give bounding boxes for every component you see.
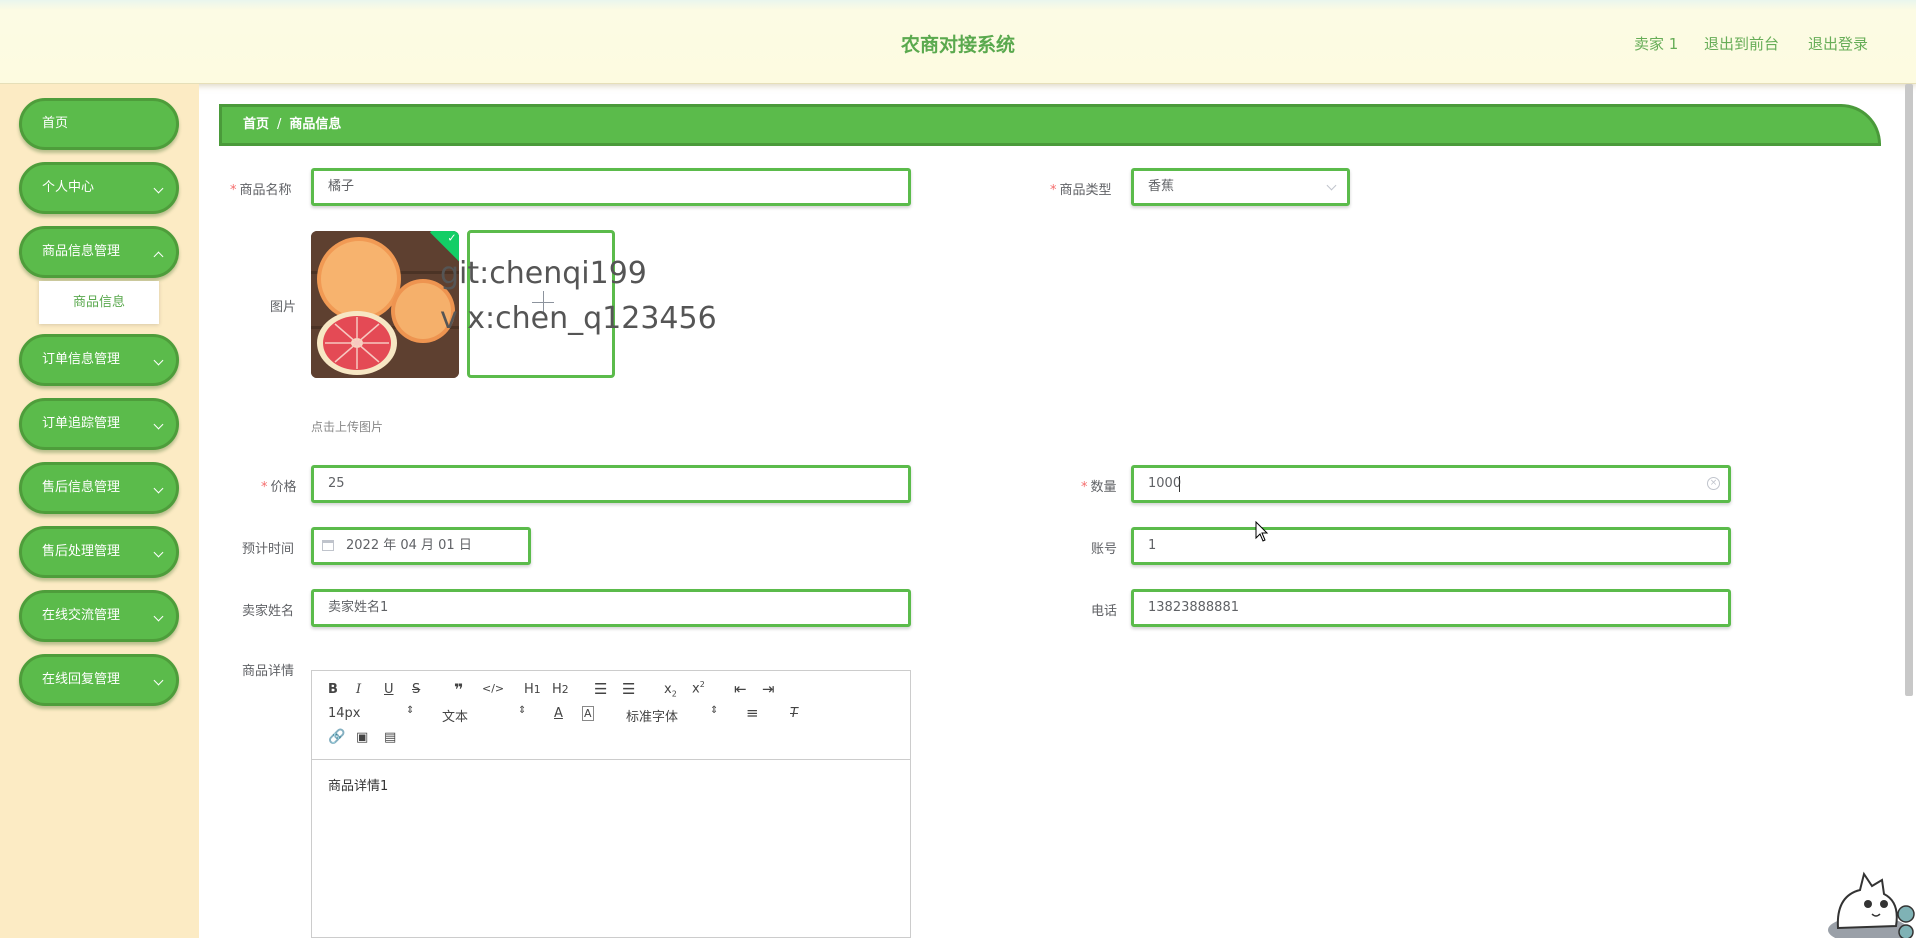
editor-content[interactable]: 商品详情1 <box>328 775 388 794</box>
code-icon[interactable]: </> <box>482 682 504 695</box>
sidebar-item-label: 首页 <box>42 116 69 131</box>
updown-icon: ⇕ <box>710 705 719 716</box>
background-color-icon[interactable]: A <box>582 706 594 721</box>
upload-tip: 点击上传图片 <box>311 420 384 434</box>
sidebar-subitem-product-info[interactable]: 商品信息 <box>39 281 159 324</box>
chevron-down-icon <box>153 355 164 366</box>
bullet-list-icon[interactable]: ☰ <box>622 680 635 698</box>
page-scrollbar[interactable] <box>1905 84 1913 696</box>
clear-format-icon[interactable]: T <box>790 706 798 721</box>
current-user: 卖家 1 <box>1634 35 1679 53</box>
clear-icon[interactable]: × <box>1707 477 1720 490</box>
detail-label: 商品详情 <box>242 664 295 679</box>
product-type-value: 香蕉 <box>1148 179 1175 194</box>
sidebar-item-order-tracking[interactable]: 订单追踪管理 <box>19 398 179 450</box>
breadcrumb-home[interactable]: 首页 <box>243 117 269 132</box>
indent-icon[interactable]: ⇥ <box>762 680 775 698</box>
chevron-down-icon <box>153 611 164 622</box>
subscript-icon[interactable]: x2 <box>664 682 677 699</box>
check-icon: ✓ <box>447 231 457 245</box>
updown-icon: ⇕ <box>406 705 415 716</box>
underline-icon[interactable]: U <box>384 682 394 697</box>
phone-label: 电话 <box>1091 604 1118 619</box>
sidebar-item-label: 售后信息管理 <box>42 480 121 495</box>
product-name-label: * 商品名称 <box>230 183 292 198</box>
logout-link[interactable]: 退出登录 <box>1808 33 1868 54</box>
expected-date-label: 预计时间 <box>242 542 295 557</box>
sidebar-item-profile[interactable]: 个人中心 <box>19 162 179 214</box>
chevron-down-icon <box>153 183 164 194</box>
expected-date-picker[interactable]: 2022 年 04 月 01 日 <box>311 527 531 565</box>
sidebar-item-label: 个人中心 <box>42 180 95 195</box>
ordered-list-icon[interactable]: ☰ <box>594 680 607 698</box>
seller-name-input[interactable]: 卖家姓名1 <box>311 589 911 627</box>
chevron-up-icon <box>153 251 164 262</box>
price-label: * 价格 <box>261 480 297 495</box>
h1-icon[interactable]: H1 <box>524 682 541 697</box>
watermark-line: git:chenqi199 <box>440 256 647 291</box>
sidebar-item-after-sales-processing[interactable]: 售后处理管理 <box>19 526 179 578</box>
sidebar-item-online-reply[interactable]: 在线回复管理 <box>19 654 179 706</box>
sidebar-item-label: 订单信息管理 <box>42 352 121 367</box>
image-icon[interactable]: ▣ <box>356 730 368 745</box>
top-header: 农商对接系统 卖家 1 退出到前台 退出登录 <box>0 0 1916 84</box>
product-type-select[interactable]: 香蕉 <box>1131 168 1350 206</box>
h2-icon[interactable]: H2 <box>552 682 569 697</box>
sidebar-item-product-management[interactable]: 商品信息管理 <box>19 226 179 278</box>
uploaded-image-grapefruit[interactable]: ✓ <box>311 231 459 378</box>
breadcrumb-current: 商品信息 <box>289 117 342 132</box>
sidebar-item-label: 在线回复管理 <box>42 672 121 687</box>
block-type-select[interactable]: 文本 <box>442 706 468 725</box>
quantity-label: * 数量 <box>1081 480 1117 495</box>
product-type-label: * 商品类型 <box>1050 183 1112 198</box>
mouse-cursor-icon <box>1255 521 1269 542</box>
rich-text-editor: B I U S ❞ </> H1 H2 ☰ ☰ x2 x2 ⇤ ⇥ 14px ⇕… <box>311 670 911 938</box>
sidebar-item-label: 商品信息管理 <box>42 244 121 259</box>
account-input[interactable]: 1 <box>1131 527 1731 565</box>
font-family-select[interactable]: 标准字体 <box>626 706 678 725</box>
updown-icon: ⇕ <box>518 705 527 716</box>
breadcrumb: 首页 / 商品信息 <box>219 104 1881 146</box>
sidebar-item-label: 订单追踪管理 <box>42 416 121 431</box>
font-size-select[interactable]: 14px <box>328 706 361 721</box>
blockquote-icon[interactable]: ❞ <box>454 680 463 699</box>
image-label: 图片 <box>270 300 297 315</box>
chevron-down-icon <box>153 675 164 686</box>
chevron-down-icon <box>153 419 164 430</box>
sidebar-item-home[interactable]: 首页 <box>19 98 179 150</box>
italic-icon[interactable]: I <box>356 682 361 697</box>
text-caret <box>1179 476 1180 492</box>
sidebar-item-after-sales[interactable]: 售后信息管理 <box>19 462 179 514</box>
phone-input[interactable]: 13823888881 <box>1131 589 1731 627</box>
chevron-down-icon <box>153 547 164 558</box>
superscript-icon[interactable]: x2 <box>692 680 705 696</box>
bold-icon[interactable]: B <box>328 682 338 697</box>
mascot-cat-icon <box>1828 871 1915 938</box>
align-icon[interactable]: ≡ <box>746 704 759 722</box>
editor-toolbar: B I U S ❞ </> H1 H2 ☰ ☰ x2 x2 ⇤ ⇥ 14px ⇕… <box>312 671 910 760</box>
account-label: 账号 <box>1091 542 1118 557</box>
video-icon[interactable]: ▤ <box>384 730 396 745</box>
chevron-down-icon <box>153 483 164 494</box>
app-title: 农商对接系统 <box>900 34 1015 56</box>
quantity-input[interactable]: 1000 <box>1131 465 1731 503</box>
sidebar-item-online-chat[interactable]: 在线交流管理 <box>19 590 179 642</box>
font-color-icon[interactable]: A <box>554 706 563 721</box>
watermark-line: v x:chen_q123456 <box>440 301 717 336</box>
sidebar-item-label: 在线交流管理 <box>42 608 121 623</box>
seller-name-label: 卖家姓名 <box>242 604 295 619</box>
calendar-icon <box>322 540 334 551</box>
price-input[interactable]: 25 <box>311 465 911 503</box>
sidebar: 首页 个人中心 商品信息管理 订单信息管理 订单追踪管理 售后信息管理 售后处理… <box>0 84 199 938</box>
link-icon[interactable]: 🔗 <box>328 729 345 745</box>
sidebar-item-label: 售后处理管理 <box>42 544 121 559</box>
sidebar-item-orders[interactable]: 订单信息管理 <box>19 334 179 386</box>
breadcrumb-separator: / <box>277 117 282 132</box>
strike-icon[interactable]: S <box>412 682 420 697</box>
product-name-input[interactable]: 橘子 <box>311 168 911 206</box>
outdent-icon[interactable]: ⇤ <box>734 680 747 698</box>
back-to-frontend-link[interactable]: 退出到前台 <box>1704 33 1779 54</box>
